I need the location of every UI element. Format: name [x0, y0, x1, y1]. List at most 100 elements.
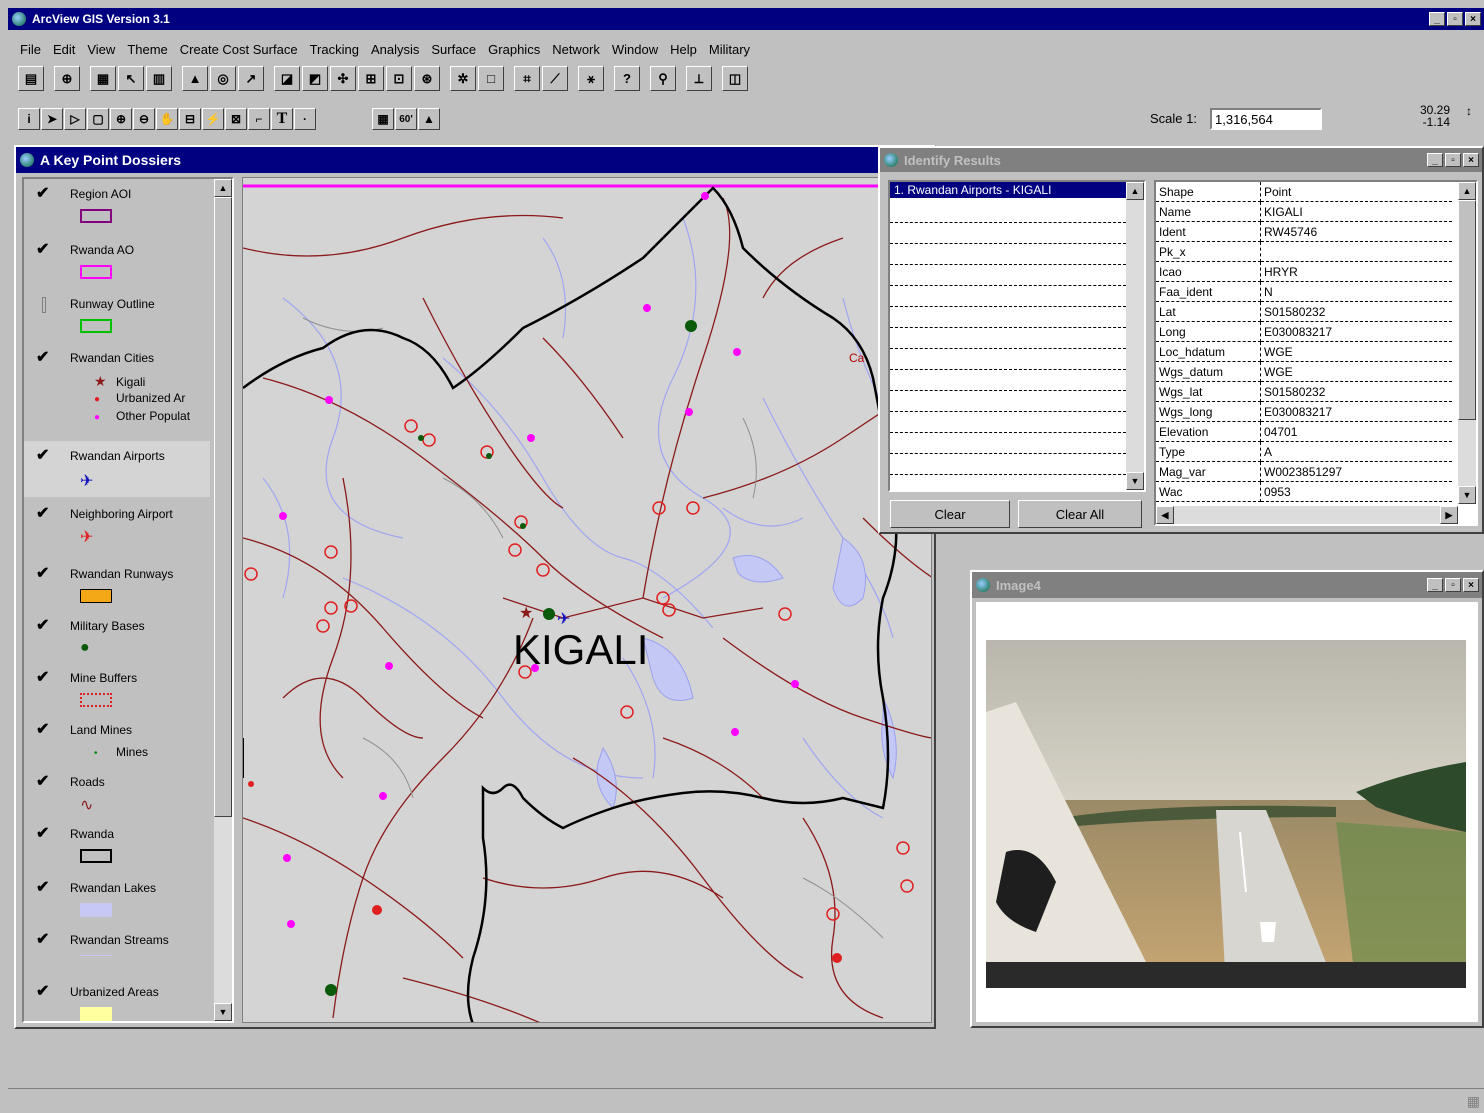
legend-item[interactable]: ✔ Region AOI: [34, 186, 224, 237]
legend-item[interactable]: ✔ Neighboring Airport ✈: [34, 506, 224, 557]
zoom-out-tool-icon[interactable]: ⊖: [133, 108, 155, 130]
fields-scroll-down[interactable]: ▼: [1458, 486, 1476, 504]
network-icon[interactable]: ⚹: [578, 66, 604, 91]
legend-checkbox[interactable]: ✔: [36, 670, 50, 686]
menu-create-cost-surface[interactable]: Create Cost Surface: [180, 42, 298, 57]
zoom-previous-icon[interactable]: ⊛: [414, 66, 440, 91]
fields-scroll-left[interactable]: ◀: [1156, 506, 1174, 524]
legend-item[interactable]: ✔ Roads ∿: [34, 774, 224, 825]
image-maximize-button[interactable]: ▫: [1445, 578, 1461, 592]
pointer-icon[interactable]: ➤: [41, 108, 63, 130]
pan-icon[interactable]: ✋: [156, 108, 178, 130]
legend-item[interactable]: ✔ Rwandan Cities ★ Kigali ● Urbanized Ar ● Othe…: [34, 350, 224, 424]
scroll-up-arrow[interactable]: ▲: [214, 179, 232, 197]
legend-item[interactable]: ✔ Mine Buffers: [34, 670, 224, 721]
fields-hscrollbar[interactable]: ◀ ▶: [1156, 506, 1458, 524]
legend-item[interactable]: ✔ Rwanda: [34, 826, 224, 877]
minimize-button[interactable]: _: [1429, 12, 1445, 26]
menu-military[interactable]: Military: [709, 42, 750, 57]
legend-checkbox[interactable]: ✔: [36, 506, 50, 522]
menu-analysis[interactable]: Analysis: [371, 42, 419, 57]
results-scroll-up[interactable]: ▲: [1126, 182, 1144, 200]
theme-properties-icon[interactable]: ▦: [90, 66, 116, 91]
zoom-in-tool-icon[interactable]: ⊕: [110, 108, 132, 130]
legend-checkbox[interactable]: ✔: [36, 242, 50, 258]
locate-icon[interactable]: ◎: [210, 66, 236, 91]
fields-scroll-thumb[interactable]: [1458, 200, 1476, 420]
legend-item[interactable]: ✔ Rwandan Lakes: [34, 880, 224, 931]
image-close-button[interactable]: ×: [1463, 578, 1479, 592]
label-icon[interactable]: ⌐: [248, 108, 270, 130]
legend-checkbox[interactable]: [42, 297, 46, 313]
scroll-thumb[interactable]: [214, 197, 232, 817]
open-table-icon[interactable]: ▥: [146, 66, 172, 91]
legend-item[interactable]: ✔ Rwandan Streams: [34, 932, 224, 983]
map-canvas[interactable]: ★ ✈ KIGALI Ca: [242, 177, 932, 1023]
legend-checkbox[interactable]: ✔: [36, 566, 50, 582]
legend-scrollbar[interactable]: ▲ ▼: [214, 179, 232, 1021]
identify-icon[interactable]: i: [18, 108, 40, 130]
zoom-in-icon[interactable]: ⊞: [358, 66, 384, 91]
menu-tracking[interactable]: Tracking: [310, 42, 359, 57]
select-features-icon[interactable]: ✲: [450, 66, 476, 91]
clear-all-button[interactable]: Clear All: [1018, 500, 1142, 528]
close-button[interactable]: ×: [1465, 12, 1481, 26]
legend-item[interactable]: ✔ Rwandan Runways: [34, 566, 224, 617]
menu-help[interactable]: Help: [670, 42, 697, 57]
area-select-icon[interactable]: ⊠: [225, 108, 247, 130]
identify-close-button[interactable]: ×: [1463, 153, 1479, 167]
menu-edit[interactable]: Edit: [53, 42, 75, 57]
legend-item[interactable]: Runway Outline: [34, 297, 224, 347]
save-project-icon[interactable]: ▤: [18, 66, 44, 91]
grid-tool-icon[interactable]: ▦: [372, 108, 394, 130]
legend-checkbox[interactable]: ✔: [36, 618, 50, 634]
menu-file[interactable]: File: [20, 42, 41, 57]
legend-checkbox[interactable]: ✔: [36, 932, 50, 948]
legend-item[interactable]: ✔ Urbanized Areas: [34, 984, 224, 1021]
legend-checkbox[interactable]: ✔: [36, 350, 50, 366]
identify-maximize-button[interactable]: ▫: [1445, 153, 1461, 167]
legend-checkbox[interactable]: ✔: [36, 880, 50, 896]
legend-checkbox[interactable]: ✔: [36, 186, 50, 202]
scale-input[interactable]: 1,316,564: [1210, 108, 1322, 130]
image-analysis-icon[interactable]: ◫: [722, 66, 748, 91]
fields-vscrollbar[interactable]: ▲ ▼: [1458, 182, 1476, 504]
menu-window[interactable]: Window: [612, 42, 658, 57]
vertex-edit-icon[interactable]: ▷: [64, 108, 86, 130]
add-theme-icon[interactable]: ⊕: [54, 66, 80, 91]
find-icon[interactable]: ▲: [182, 66, 208, 91]
draw-point-icon[interactable]: ·: [294, 108, 316, 130]
query-builder-icon[interactable]: ↗: [238, 66, 264, 91]
menu-view[interactable]: View: [87, 42, 115, 57]
zoom-full-icon[interactable]: ◪: [274, 66, 300, 91]
hotlink-icon[interactable]: ⚲: [650, 66, 676, 91]
result-item[interactable]: 1. Rwandan Airports - KIGALI: [890, 182, 1126, 198]
legend-checkbox[interactable]: ✔: [36, 984, 50, 1000]
legend-item[interactable]: ✔ Military Bases ●: [34, 618, 224, 669]
measure-icon[interactable]: ⟂: [686, 66, 712, 91]
fields-scroll-right[interactable]: ▶: [1440, 506, 1458, 524]
legend-item[interactable]: ✔ Rwandan Airports ✈: [24, 441, 210, 497]
clear-selection-icon[interactable]: □: [478, 66, 504, 91]
legend-item[interactable]: ✔ Land Mines • Mines: [34, 722, 224, 773]
resize-grip-icon[interactable]: ▦: [1467, 1093, 1480, 1110]
legend-checkbox[interactable]: ✔: [36, 774, 50, 790]
distance-tool-icon[interactable]: 60': [395, 108, 417, 130]
edit-legend-icon[interactable]: ↖: [118, 66, 144, 91]
layout-icon[interactable]: ⌗: [514, 66, 540, 91]
image-minimize-button[interactable]: _: [1427, 578, 1443, 592]
text-tool-icon[interactable]: T: [271, 108, 293, 130]
results-scrollbar[interactable]: ▲ ▼: [1126, 182, 1144, 490]
hotlink-tool-icon[interactable]: ⚡: [202, 108, 224, 130]
measure-tool-icon[interactable]: ⊟: [179, 108, 201, 130]
find-tool-icon[interactable]: ▲: [418, 108, 440, 130]
clear-button[interactable]: Clear: [890, 500, 1010, 528]
identify-results-list[interactable]: 1. Rwandan Airports - KIGALI ▲ ▼: [888, 180, 1146, 492]
zoom-out-icon[interactable]: ⊡: [386, 66, 412, 91]
identify-minimize-button[interactable]: _: [1427, 153, 1443, 167]
menu-surface[interactable]: Surface: [431, 42, 476, 57]
legend-checkbox[interactable]: ✔: [36, 448, 50, 464]
legend-checkbox[interactable]: ✔: [36, 826, 50, 842]
legend-item[interactable]: ✔ Rwanda AO: [34, 242, 224, 293]
menu-network[interactable]: Network: [552, 42, 600, 57]
